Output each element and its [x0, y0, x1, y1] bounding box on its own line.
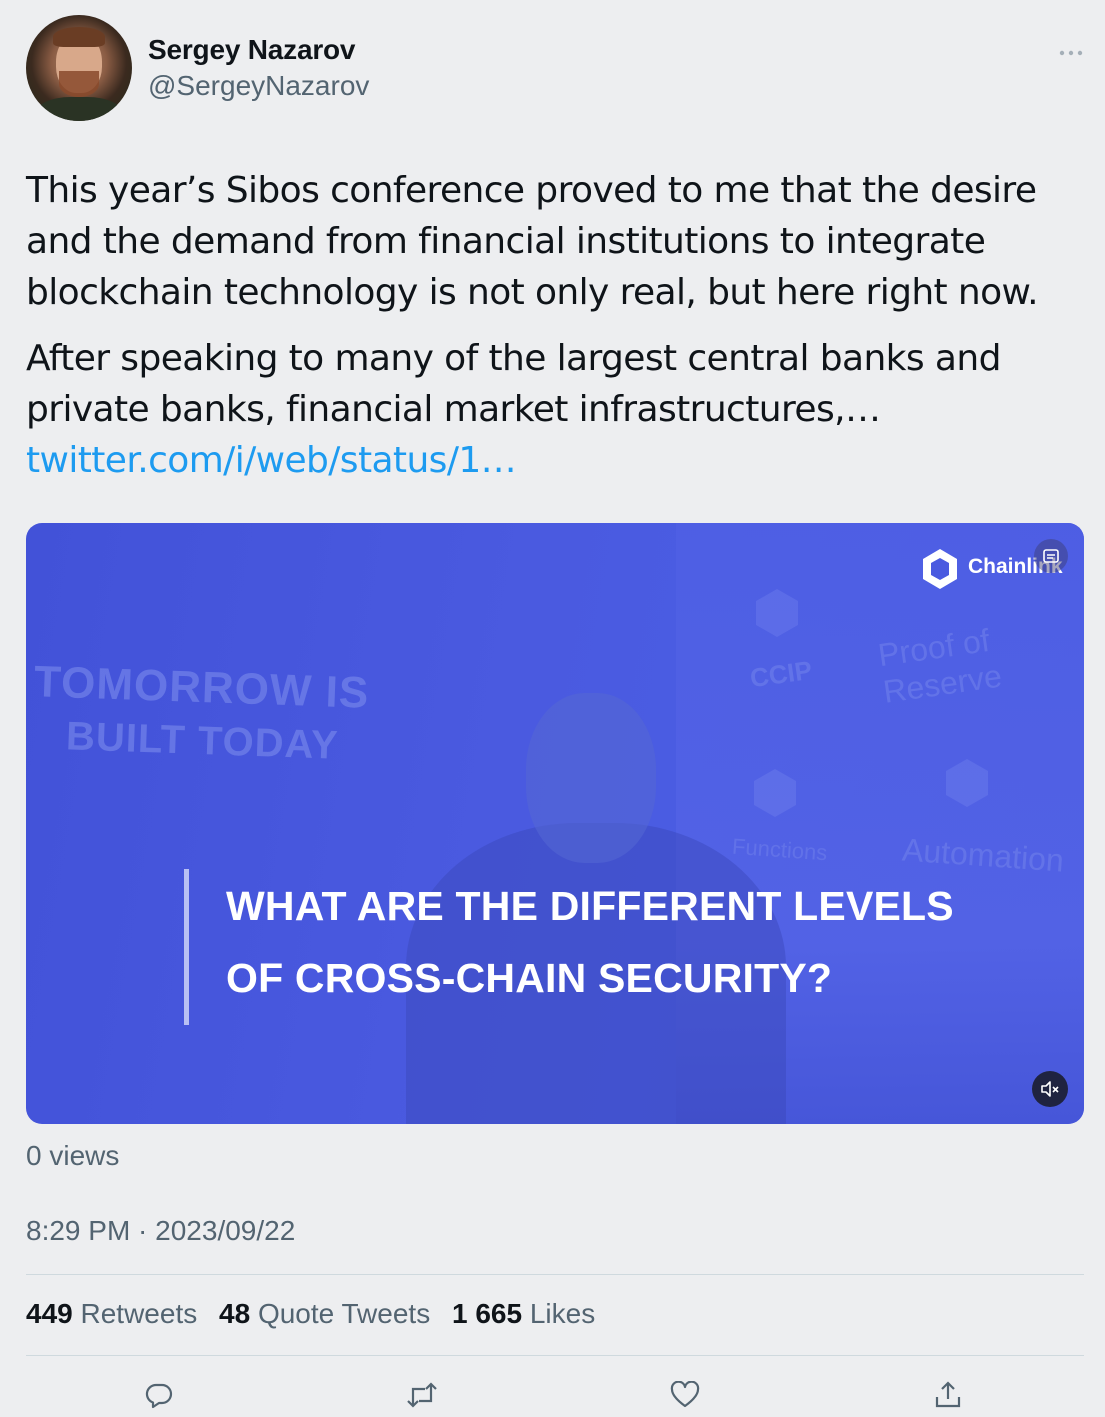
ccip-hex-icon [756, 589, 798, 637]
avatar-beard [59, 71, 99, 97]
reply-button[interactable] [141, 1378, 177, 1412]
caption-accent-bar [184, 869, 189, 1025]
avatar[interactable] [26, 15, 132, 121]
avatar-shirt [36, 97, 122, 121]
heart-icon [670, 1381, 700, 1408]
more-horizontal-icon [1059, 50, 1083, 56]
automation-hex-icon [946, 759, 988, 807]
more-options-button[interactable] [1058, 40, 1084, 60]
volume-muted-icon [1041, 1081, 1059, 1097]
tweet-text-paragraph-2: After speaking to many of the largest ce… [26, 333, 1086, 486]
retweets-count: 449 [26, 1298, 73, 1329]
divider [26, 1355, 1084, 1356]
likes-count: 1 665 [451, 1298, 523, 1329]
tweet-timestamp[interactable]: 8:29 PM · 2023/09/22 [26, 1215, 295, 1247]
divider [26, 1274, 1084, 1275]
video-speaker-head [526, 693, 656, 863]
functions-hex-icon [754, 769, 796, 817]
display-name[interactable]: Sergey Nazarov [148, 34, 356, 66]
avatar-hair [53, 27, 105, 47]
video-caption-line-1: WHAT ARE THE DIFFERENT LEVELS [226, 883, 954, 929]
retweets-label: Retweets [80, 1298, 198, 1329]
tweet-text-paragraph-2-body: After speaking to many of the largest ce… [26, 338, 1001, 430]
view-count: 0 views [26, 1140, 120, 1171]
captions-icon [1043, 549, 1059, 563]
tweet: Sergey Nazarov @SergeyNazarov This year’… [0, 0, 1105, 1417]
retweet-icon [407, 1382, 437, 1408]
captions-button[interactable] [1034, 539, 1068, 573]
share-icon [935, 1381, 961, 1408]
chainlink-logo-icon [923, 549, 957, 589]
quote-tweets-label: Quote Tweets [257, 1298, 431, 1329]
video-background-text: TOMORROW IS [33, 657, 371, 718]
tweet-text-paragraph-1: This year’s Sibos conference proved to m… [26, 170, 1039, 313]
engagement-stats: 449 Retweets 48 Quote Tweets 1 665 Likes [26, 1298, 609, 1330]
share-button[interactable] [930, 1378, 966, 1412]
quote-tweets-stat[interactable]: 48 Quote Tweets [219, 1298, 430, 1329]
video-caption-line-2: OF CROSS-CHAIN SECURITY? [226, 955, 833, 1001]
quote-tweets-count: 48 [219, 1298, 251, 1329]
video-player[interactable]: TOMORROW IS BUILT TODAY CCIP Proof of Re… [26, 523, 1084, 1124]
like-button[interactable] [667, 1378, 703, 1412]
likes-stat[interactable]: 1 665 Likes [452, 1298, 595, 1329]
likes-label: Likes [529, 1298, 596, 1329]
retweet-button[interactable] [404, 1378, 440, 1412]
retweets-stat[interactable]: 449 Retweets [26, 1298, 197, 1329]
video-background-text: BUILT TODAY [65, 714, 340, 768]
user-handle[interactable]: @SergeyNazarov [148, 70, 369, 102]
tweet-link[interactable]: twitter.com/i/web/status/1… [26, 440, 517, 481]
mute-button[interactable] [1032, 1071, 1068, 1107]
reply-icon [145, 1383, 173, 1409]
